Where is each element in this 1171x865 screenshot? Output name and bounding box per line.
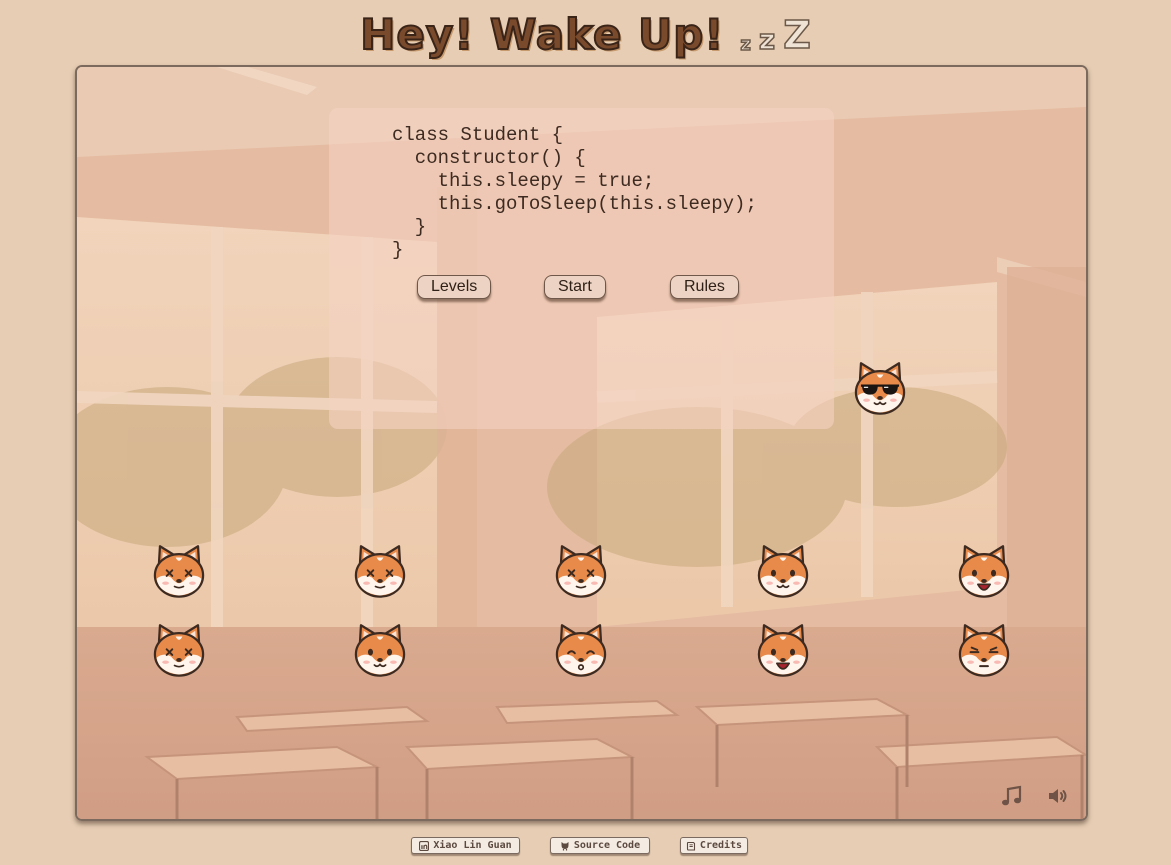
- student-shiba-dizzy-icon[interactable]: [553, 544, 609, 600]
- student-shiba-dizzy-icon[interactable]: [352, 544, 408, 600]
- student-shiba-dizzy-icon[interactable]: [151, 623, 207, 679]
- header: Hey! Wake Up! z z Z: [0, 4, 1171, 60]
- code-line: this.sleepy = true;: [392, 170, 655, 192]
- linkedin-icon: [419, 840, 430, 851]
- student-shiba-laughing-icon[interactable]: [956, 544, 1012, 600]
- credits-link[interactable]: Credits: [680, 837, 748, 854]
- book-icon: [686, 841, 695, 851]
- student-shiba-sleeping-icon[interactable]: [956, 623, 1012, 679]
- student-shiba-awake-icon[interactable]: [352, 623, 408, 679]
- rules-button[interactable]: Rules: [670, 275, 739, 299]
- footer: Xiao Lin Guan Source Code Credits: [0, 837, 1171, 855]
- student-shiba-laughing-icon[interactable]: [755, 623, 811, 679]
- zzz-medium: z: [758, 23, 776, 56]
- author-label: Xiao Lin Guan: [433, 840, 512, 851]
- code-line: this.goToSleep(this.sleepy);: [392, 193, 757, 215]
- credits-label: Credits: [699, 840, 743, 851]
- code-block: class Student { constructor() { this.sle…: [392, 124, 757, 262]
- levels-button[interactable]: Levels: [417, 275, 492, 299]
- github-icon: [561, 841, 569, 850]
- zzz-large: Z: [782, 13, 811, 57]
- source-code-label: Source Code: [573, 840, 641, 851]
- code-line: class Student {: [392, 124, 564, 146]
- code-line: constructor() {: [392, 147, 586, 169]
- game-title: Hey! Wake Up!: [359, 9, 725, 60]
- code-panel: class Student { constructor() { this.sle…: [329, 108, 834, 429]
- code-line: }: [392, 239, 404, 261]
- author-link[interactable]: Xiao Lin Guan: [411, 837, 520, 854]
- code-line: }: [392, 216, 427, 238]
- student-shiba-whistling-icon[interactable]: [553, 623, 609, 679]
- start-button[interactable]: Start: [544, 275, 606, 299]
- teacher-shiba-sunglasses-icon: [854, 362, 906, 415]
- music-note-icon[interactable]: [1000, 784, 1024, 808]
- source-code-link[interactable]: Source Code: [550, 837, 650, 854]
- game-stage: class Student { constructor() { this.sle…: [75, 65, 1088, 821]
- zzz-small: z: [740, 34, 752, 55]
- zzz-decoration: z z Z: [740, 13, 812, 60]
- speaker-icon[interactable]: [1046, 784, 1070, 808]
- student-shiba-awake-icon[interactable]: [755, 544, 811, 600]
- student-shiba-dizzy-icon[interactable]: [151, 544, 207, 600]
